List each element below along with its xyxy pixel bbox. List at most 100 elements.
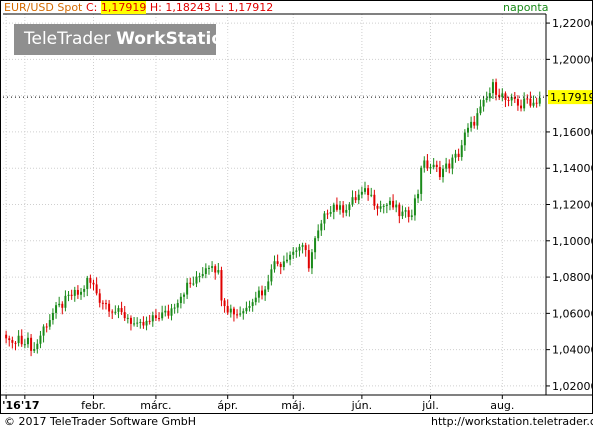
candle-body xyxy=(142,321,145,326)
candle-body xyxy=(282,261,285,268)
candle-up xyxy=(58,296,61,308)
x-tick-label: aug. xyxy=(490,399,514,412)
candle-body xyxy=(186,282,189,295)
candle-body xyxy=(232,308,235,315)
candle-body xyxy=(158,318,161,320)
candle-body xyxy=(126,317,129,319)
candle-down xyxy=(226,299,229,315)
candle-down xyxy=(76,285,79,299)
brand-name-part2: WorkStation xyxy=(116,29,236,49)
candle-body xyxy=(217,270,220,273)
candle-body xyxy=(101,302,104,304)
candle-down xyxy=(14,341,17,351)
candle-down xyxy=(70,289,73,300)
candle-up xyxy=(320,219,323,236)
candle-body xyxy=(516,99,519,106)
candlestick-series[interactable] xyxy=(5,78,541,357)
close-label: C: xyxy=(86,1,98,14)
y-tick-label: 1,16000 xyxy=(552,126,593,139)
candle-up xyxy=(176,299,179,314)
candle-body xyxy=(379,206,382,209)
candle-down xyxy=(473,115,476,129)
candle-up xyxy=(145,316,148,331)
candle-body xyxy=(373,194,376,206)
candle-down xyxy=(142,316,145,329)
period-label[interactable]: naponta xyxy=(503,1,548,14)
candle-up xyxy=(239,306,242,317)
candle-body xyxy=(67,294,70,296)
period-value[interactable]: naponta xyxy=(503,1,548,14)
candle-up xyxy=(289,251,292,266)
candle-body xyxy=(154,315,157,319)
candle-body xyxy=(129,317,132,324)
candle-down xyxy=(111,309,114,320)
candle-body xyxy=(136,322,139,324)
candle-down xyxy=(98,288,101,308)
y-tick-label: 1,12000 xyxy=(552,199,593,212)
candle-up xyxy=(161,305,164,321)
candle-body xyxy=(201,274,204,277)
candle-body xyxy=(404,210,407,212)
candle-body xyxy=(245,307,248,312)
candle-body xyxy=(507,99,510,101)
candle-body xyxy=(342,205,345,213)
candle-up xyxy=(139,318,142,329)
candle-down xyxy=(376,203,379,216)
candle-body xyxy=(30,337,33,351)
candle-down xyxy=(520,99,523,112)
candle-up xyxy=(388,197,391,211)
candle-up xyxy=(257,286,260,303)
candle-down xyxy=(154,309,157,321)
candle-body xyxy=(360,191,363,195)
candle-down xyxy=(407,206,410,223)
candle-up xyxy=(33,342,36,354)
candle-body xyxy=(376,205,379,209)
candle-up xyxy=(270,264,273,286)
candle-body xyxy=(64,295,67,308)
candle-up xyxy=(351,190,354,207)
candle-body xyxy=(457,153,460,158)
candle-down xyxy=(392,194,395,210)
low-label: L: xyxy=(214,1,225,14)
candle-up xyxy=(420,165,423,201)
candle-up xyxy=(323,211,326,231)
candle-body xyxy=(413,198,416,216)
candle-body xyxy=(214,266,217,273)
y-tick-label: 1,22000 xyxy=(552,17,593,30)
candle-body xyxy=(5,334,8,339)
candle-up xyxy=(229,304,232,318)
candle-body xyxy=(139,321,142,323)
candle-up xyxy=(42,324,45,343)
candle-up xyxy=(17,330,20,347)
candle-body xyxy=(482,100,485,107)
candle-body xyxy=(108,303,111,312)
candle-down xyxy=(438,160,441,180)
candle-body xyxy=(351,197,354,205)
candle-body xyxy=(432,164,435,168)
candle-body xyxy=(55,305,58,313)
candle-down xyxy=(167,304,170,319)
candle-body xyxy=(14,342,17,344)
candle-down xyxy=(367,184,370,201)
candle-up xyxy=(476,108,479,130)
candle-body xyxy=(420,167,423,194)
copyright-text: © 2017 TeleTrader Software GmbH xyxy=(4,415,197,428)
candle-body xyxy=(170,308,173,316)
candle-body xyxy=(279,263,282,268)
candle-body xyxy=(204,268,207,275)
candle-up xyxy=(460,139,463,161)
candle-up xyxy=(470,116,473,132)
candle-down xyxy=(123,305,126,322)
brand-name-part1: TeleTrader xyxy=(24,29,117,49)
candle-body xyxy=(357,194,360,201)
candle-body xyxy=(289,254,292,260)
outer-border xyxy=(0,0,593,414)
candle-body xyxy=(220,270,223,301)
footer-url[interactable]: http://workstation.teletrader.com/ xyxy=(431,415,593,428)
candle-body xyxy=(535,102,538,104)
candle-down xyxy=(535,97,538,108)
candle-up xyxy=(360,186,363,199)
candle-up xyxy=(26,332,29,348)
candle-body xyxy=(86,277,89,289)
candle-body xyxy=(435,164,438,168)
